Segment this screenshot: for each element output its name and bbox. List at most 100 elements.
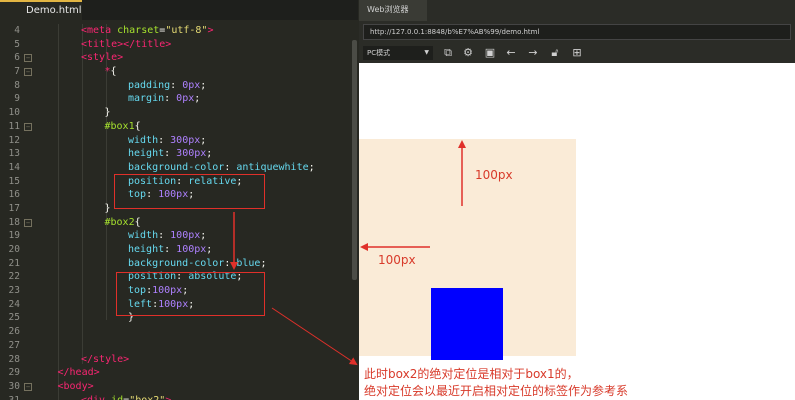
- code-token: 100px: [176, 244, 207, 255]
- code-line[interactable]: 30− <body>: [0, 380, 356, 394]
- code-token: }: [104, 107, 111, 119]
- browser-tab[interactable]: Web浏览器: [359, 0, 427, 21]
- code-line[interactable]: 7− *{: [0, 65, 356, 79]
- editor-tab-demo-html[interactable]: Demo.html: [0, 0, 82, 20]
- line-number: 7: [14, 66, 20, 78]
- browser-tab-bar: Web浏览器: [359, 0, 795, 21]
- line-number: 21: [8, 257, 20, 269]
- fold-toggle-icon[interactable]: −: [24, 54, 32, 63]
- code-token: :: [164, 244, 177, 255]
- caret-down-icon: ▼: [424, 49, 429, 56]
- box1: [359, 139, 576, 360]
- fold-toggle-icon[interactable]: −: [24, 218, 32, 227]
- code-area[interactable]: 4 <meta charset="utf-8"> 5 <title></title> 6…: [0, 24, 356, 400]
- line-number: 31: [0, 394, 20, 400]
- code-line[interactable]: 31 <div id="box2">: [0, 394, 356, 400]
- fold-toggle-icon[interactable]: −: [24, 122, 32, 131]
- code-token: ;: [206, 148, 213, 160]
- line-number: 20: [8, 244, 20, 255]
- browser-toolbar: PC模式 ▼ ⧉ ⚙ ▣ ← → 🔓︎ ⊞: [359, 43, 795, 63]
- device-mode-select[interactable]: PC模式 ▼: [363, 46, 433, 60]
- line-number: 25: [8, 312, 20, 324]
- code-text: background-color: blue;: [128, 257, 267, 271]
- code-editor[interactable]: Demo.html 4 <meta charset="utf-8"> 5 <title…: [0, 0, 358, 400]
- web-browser-panel: Web浏览器 http://127.0.0.1:8848/b%E7%AB%99/…: [359, 0, 795, 400]
- code-token: 0px: [176, 93, 195, 105]
- line-number: 17: [8, 202, 20, 214]
- page-viewport: [359, 63, 795, 400]
- code-line[interactable]: 13 height: 300px;: [0, 147, 356, 161]
- code-line[interactable]: 21 background-color: blue;: [0, 257, 356, 271]
- editor-scrollbar[interactable]: [352, 40, 357, 280]
- line-number: 29: [8, 367, 20, 379]
- code-token: >: [165, 395, 171, 400]
- code-text: <title></title>: [81, 38, 171, 52]
- settings-icon[interactable]: ⚙: [461, 46, 475, 60]
- fold-toggle-icon[interactable]: −: [24, 382, 32, 391]
- code-token: charset: [117, 25, 160, 36]
- code-token: {: [110, 66, 117, 78]
- code-line[interactable]: 12 width: 300px;: [0, 134, 356, 148]
- line-number: 18: [8, 216, 20, 228]
- code-token: ;: [200, 134, 207, 146]
- line-number: 4: [14, 25, 20, 36]
- code-token: :: [158, 134, 171, 146]
- url-input[interactable]: http://127.0.0.1:8848/b%E7%AB%99/demo.ht…: [363, 24, 791, 40]
- code-token: ;: [206, 244, 213, 255]
- fold-toggle-icon[interactable]: −: [24, 68, 32, 77]
- back-icon[interactable]: ←: [504, 46, 518, 60]
- code-line[interactable]: 19 width: 100px;: [0, 229, 356, 243]
- address-bar: http://127.0.0.1:8848/b%E7%AB%99/demo.ht…: [359, 21, 795, 43]
- code-token: "box2": [129, 395, 165, 400]
- code-line[interactable]: 18− #box2{: [0, 216, 356, 230]
- forward-icon[interactable]: →: [526, 46, 540, 60]
- code-line[interactable]: 10}: [0, 106, 356, 120]
- code-line[interactable]: 4 <meta charset="utf-8">: [0, 24, 356, 38]
- code-text: <div id="box2">: [81, 394, 171, 400]
- code-text: padding: 0px;: [128, 79, 206, 93]
- code-line[interactable]: 29 </head>: [0, 366, 356, 380]
- code-line[interactable]: 27: [0, 339, 356, 353]
- code-token: :: [224, 161, 237, 173]
- code-line[interactable]: 9 margin: 0px;: [0, 92, 356, 106]
- grid-icon[interactable]: ⊞: [570, 46, 584, 60]
- code-line[interactable]: 26: [0, 325, 356, 339]
- device-mode-label: PC模式: [367, 49, 391, 57]
- line-number: 24: [8, 298, 20, 310]
- code-text: #box1{: [105, 120, 141, 134]
- code-text: margin: 0px;: [128, 92, 200, 106]
- code-token: }: [104, 202, 111, 214]
- code-line[interactable]: 28 </style>: [0, 353, 356, 367]
- code-token: :: [164, 148, 177, 160]
- code-token: ;: [260, 257, 267, 269]
- console-icon[interactable]: ▣: [483, 46, 497, 60]
- code-text: <meta charset="utf-8">: [81, 24, 214, 38]
- code-text: background-color: antiquewhite;: [128, 161, 315, 175]
- editor-tab-label: Demo.html: [26, 5, 82, 16]
- code-text: }: [105, 202, 111, 216]
- code-line[interactable]: 20 height: 100px;: [0, 243, 356, 257]
- code-line[interactable]: 6− <style>: [0, 51, 356, 65]
- top-offset-label: 100px: [475, 168, 513, 182]
- code-token: width: [128, 134, 159, 146]
- line-number: 6: [14, 52, 20, 64]
- screenshot-icon[interactable]: ⧉: [441, 46, 455, 60]
- line-number: 13: [8, 148, 20, 160]
- note-line-2: 绝对定位会以最近开启相对定位的标签作为参考系: [364, 384, 629, 398]
- code-line[interactable]: 5 <title></title>: [0, 38, 356, 52]
- code-token: ;: [194, 93, 201, 105]
- code-line[interactable]: 14 background-color: antiquewhite;: [0, 161, 356, 175]
- code-text: *{: [105, 65, 117, 79]
- highlight-box2-position: [116, 272, 265, 316]
- code-token: :: [170, 79, 183, 91]
- code-token: <body>: [57, 380, 94, 392]
- code-token: </style>: [81, 353, 130, 365]
- lock-icon[interactable]: 🔓︎: [548, 46, 562, 60]
- box2: [431, 288, 503, 360]
- code-line[interactable]: 8 padding: 0px;: [0, 79, 356, 93]
- code-token: #box1: [104, 120, 135, 132]
- code-token: antiquewhite: [236, 161, 309, 173]
- code-line[interactable]: 11− #box1{: [0, 120, 356, 134]
- code-text: #box2{: [105, 216, 141, 230]
- code-text: <body>: [58, 380, 94, 394]
